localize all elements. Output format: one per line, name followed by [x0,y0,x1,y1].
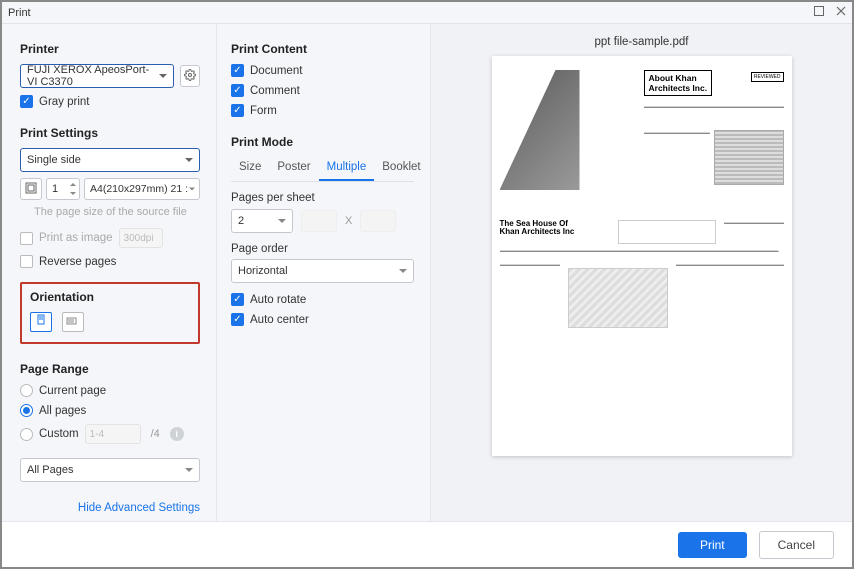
page-order-label: Page order [231,243,414,255]
pps-rows-input [360,210,396,232]
page-filter-select[interactable]: All Pages [20,458,200,482]
slide3-body: ▬▬▬▬▬▬▬▬▬▬▬▬▬▬▬▬▬▬▬▬▬▬▬▬▬▬▬▬▬▬▬▬▬▬▬▬▬▬▬▬… [500,248,784,258]
building-image-icon [568,268,668,328]
info-icon[interactable]: i [170,427,184,441]
scale-fit-icon [25,182,37,197]
scale-fit-button[interactable] [20,178,42,200]
tab-multiple[interactable]: Multiple [319,157,375,181]
slide3-left: ▬▬▬▬▬▬▬▬▬▬▬▬▬▬▬▬▬▬▬▬▬▬▬▬▬▬▬▬▬▬▬▬▬▬▬▬▬▬▬▬… [500,262,560,322]
form-checkbox[interactable] [231,104,244,117]
copies-value: 1 [52,183,58,195]
orientation-landscape-button[interactable] [62,312,84,332]
comment-checkbox[interactable] [231,84,244,97]
close-icon[interactable] [836,6,846,19]
print-button[interactable]: Print [678,532,747,558]
slide3-meta [618,220,716,244]
titlebar: Print [2,2,852,24]
auto-center-label: Auto center [250,314,309,326]
slide2-col: ▬▬▬▬▬▬▬▬▬▬▬▬▬▬▬▬▬▬▬▬▬▬▬▬▬▬▬▬▬▬▬▬▬▬▬▬▬▬▬▬… [644,130,710,180]
pps-value: 2 [238,215,244,227]
paper-size-select[interactable]: A4(210x297mm) 21 : [84,178,200,200]
all-pages-radio[interactable] [20,404,33,417]
custom-range-input[interactable]: 1-4 [85,424,141,444]
paper-size-value: A4(210x297mm) 21 : [90,183,188,195]
printer-settings-button[interactable] [180,65,200,87]
page-range-label: Page Range [20,362,200,376]
tab-poster[interactable]: Poster [269,157,318,181]
pps-x-label: X [345,215,352,227]
hide-advanced-link[interactable]: Hide Advanced Settings [20,502,200,514]
sides-select[interactable]: Single side [20,148,200,172]
current-page-label: Current page [39,385,106,397]
orientation-section: Orientation [20,282,200,344]
gray-print-checkbox[interactable] [20,95,33,108]
portrait-icon [34,314,48,331]
source-size-note: The page size of the source file [20,206,200,218]
preview-filename: ppt file-sample.pdf [431,24,852,56]
window-title: Print [8,7,31,19]
auto-rotate-label: Auto rotate [250,294,306,306]
printer-select[interactable]: FUJI XEROX ApeosPort-VI C3370 [20,64,174,88]
reverse-pages-checkbox[interactable] [20,255,33,268]
copies-input[interactable]: 1 [46,178,80,200]
custom-label: Custom [39,428,79,440]
preview-slide-1 [500,70,640,210]
comment-label: Comment [250,85,300,97]
orientation-label: Orientation [30,290,190,304]
custom-radio[interactable] [20,428,33,441]
printer-selected: FUJI XEROX ApeosPort-VI C3370 [27,64,155,88]
print-as-image-label: Print as image [39,232,113,244]
dialog-footer: Print Cancel [2,521,852,567]
auto-center-checkbox[interactable] [231,313,244,326]
tab-size[interactable]: Size [231,157,269,181]
slide3-right: ▬▬▬▬▬▬▬▬▬▬▬▬▬▬▬▬▬▬▬▬▬▬▬▬▬▬▬▬▬▬▬▬▬▬▬▬▬▬▬▬… [676,262,784,322]
print-content-label: Print Content [231,42,414,56]
pages-per-sheet-label: Pages per sheet [231,192,414,204]
printer-label: Printer [20,42,200,56]
building-image-icon [500,70,580,190]
slide2-body: ▬▬▬▬▬▬▬▬▬▬▬▬▬▬▬▬▬▬▬▬▬▬▬▬▬▬▬▬▬▬▬▬▬▬▬▬▬▬▬▬… [644,104,784,130]
page-filter-value: All Pages [27,464,73,476]
landscape-icon [66,314,80,331]
dpi-input: 300dpi [119,228,163,248]
reverse-pages-label: Reverse pages [39,256,116,268]
print-mode-label: Print Mode [231,135,414,149]
gray-print-label: Gray print [39,96,90,108]
page-order-value: Horizontal [238,265,288,277]
current-page-radio[interactable] [20,384,33,397]
form-label: Form [250,105,277,117]
all-pages-label: All pages [39,405,86,417]
pps-select[interactable]: 2 [231,209,293,233]
building-image-icon [714,130,784,185]
preview-slide-3: The Sea House Of Khan Architects Inc ▬▬▬… [500,220,784,360]
slide2-title2: Architects Inc. [649,83,708,93]
preview-slide-2: About Khan Architects Inc. REVIEWED ▬▬▬▬… [644,70,784,210]
pps-cols-input [301,210,337,232]
reviewed-badge: REVIEWED [751,72,784,82]
print-mode-tabs: Size Poster Multiple Booklet [231,157,414,182]
cancel-button[interactable]: Cancel [759,531,834,559]
preview-page: About Khan Architects Inc. REVIEWED ▬▬▬▬… [492,56,792,456]
auto-rotate-checkbox[interactable] [231,293,244,306]
slide3-col: ▬▬▬▬▬▬▬▬▬▬▬▬▬▬▬▬▬▬ [724,220,784,244]
slide2-title1: About Khan [649,73,697,83]
page-order-select[interactable]: Horizontal [231,259,414,283]
print-settings-label: Print Settings [20,126,200,140]
custom-range-total: /4 [151,428,160,440]
slide3-title2: Khan Architects Inc [500,228,610,236]
sides-value: Single side [27,154,81,166]
gear-icon [184,69,196,84]
document-label: Document [250,65,302,77]
maximize-icon[interactable] [814,6,824,19]
orientation-portrait-button[interactable] [30,312,52,332]
tab-booklet[interactable]: Booklet [374,157,428,181]
document-checkbox[interactable] [231,64,244,77]
print-as-image-checkbox[interactable] [20,232,33,245]
